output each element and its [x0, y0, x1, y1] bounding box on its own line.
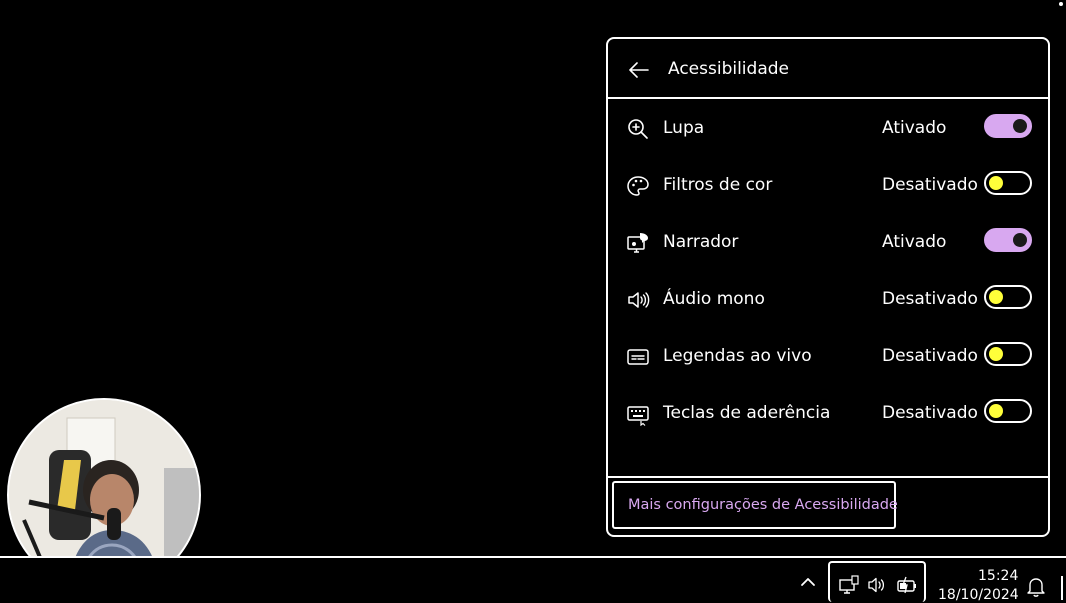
setting-row-mono-audio[interactable]: Áudio mono Desativado [608, 272, 1048, 328]
more-accessibility-settings-link[interactable]: Mais configurações de Acessibilidade [612, 481, 898, 529]
network-icon[interactable] [838, 574, 860, 596]
toggle-knob [989, 347, 1003, 361]
setting-status: Desativado [882, 403, 978, 423]
panel-header: Acessibilidade [608, 39, 1048, 99]
taskbar: 15:24 18/10/2024 [0, 556, 1066, 603]
volume-icon[interactable] [866, 574, 888, 596]
toggle-sticky-keys[interactable] [984, 399, 1032, 423]
setting-row-sticky-keys[interactable]: Teclas de aderência Desativado [608, 386, 1048, 442]
palette-icon [627, 176, 649, 196]
mono-audio-icon [628, 292, 650, 308]
setting-label: Lupa [663, 118, 705, 138]
setting-status: Desativado [882, 289, 978, 309]
panel-title: Acessibilidade [668, 59, 789, 79]
magnifier-icon [628, 119, 648, 139]
toggle-lupa[interactable] [984, 114, 1032, 138]
toggle-color-filters[interactable] [984, 171, 1032, 195]
setting-status: Desativado [882, 346, 978, 366]
corner-dot [1059, 2, 1063, 6]
toggle-knob [1013, 233, 1027, 247]
toggle-knob [989, 290, 1003, 304]
setting-label: Filtros de cor [663, 175, 773, 195]
setting-label: Áudio mono [663, 289, 765, 309]
setting-label: Legendas ao vivo [663, 346, 812, 366]
setting-row-live-captions[interactable]: Legendas ao vivo Desativado [608, 329, 1048, 385]
setting-status: Ativado [882, 232, 947, 252]
toggle-knob [989, 404, 1003, 418]
toggle-mono-audio[interactable] [984, 285, 1032, 309]
setting-row-lupa[interactable]: Lupa Ativado [608, 101, 1048, 157]
setting-status: Ativado [882, 118, 947, 138]
battery-icon[interactable] [896, 574, 918, 596]
toggle-narrator[interactable] [984, 228, 1032, 252]
toggle-live-captions[interactable] [984, 342, 1032, 366]
clock-time[interactable]: 15:24 [978, 568, 1018, 584]
setting-label: Narrador [663, 232, 739, 252]
accessibility-quick-panel: Acessibilidade Lupa Ativado Filtros de c… [606, 37, 1050, 537]
setting-label: Teclas de aderência [663, 403, 831, 423]
chevron-up-icon[interactable] [798, 572, 818, 592]
show-desktop-button[interactable] [1061, 576, 1063, 600]
sticky-keys-icon [627, 406, 649, 426]
panel-footer: Mais configurações de Acessibilidade [608, 476, 1048, 535]
setting-row-color-filters[interactable]: Filtros de cor Desativado [608, 158, 1048, 214]
toggle-knob [989, 176, 1003, 190]
live-captions-icon [627, 349, 649, 365]
system-tray[interactable] [828, 561, 926, 602]
setting-status: Desativado [882, 175, 978, 195]
clock-date[interactable]: 18/10/2024 [938, 587, 1019, 603]
back-arrow-icon[interactable] [626, 57, 652, 83]
notification-bell-icon[interactable] [1026, 576, 1046, 598]
setting-row-narrator[interactable]: Narrador Ativado [608, 215, 1048, 271]
narrator-icon [627, 233, 648, 253]
toggle-knob [1013, 119, 1027, 133]
